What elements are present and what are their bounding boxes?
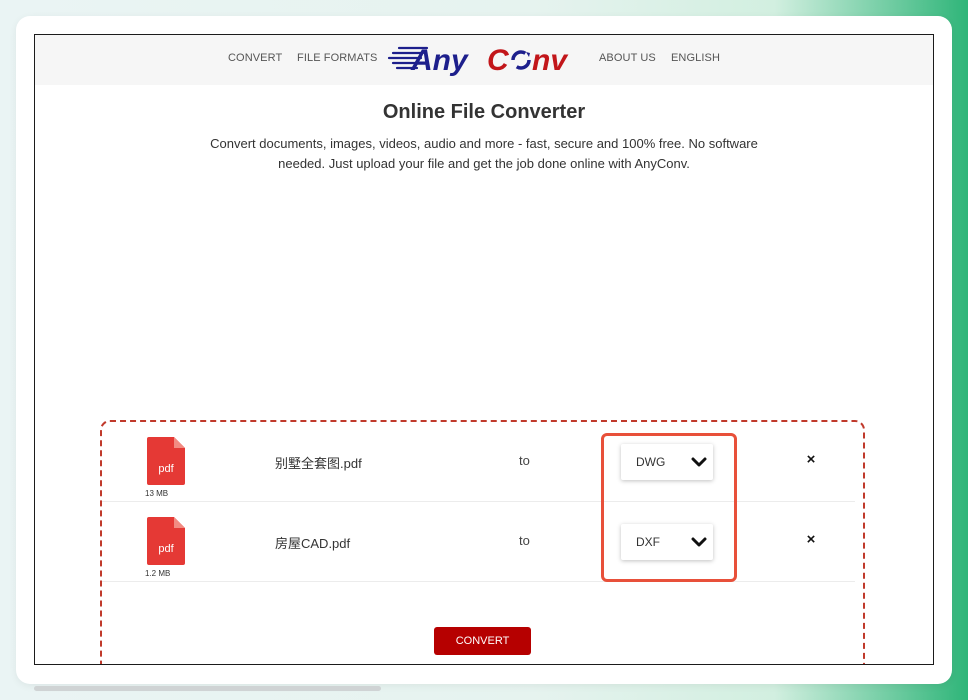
file-row: pdf 1.2 MB 房屋CAD.pdf to DXF × [102, 502, 855, 582]
pdf-icon-label: pdf [158, 463, 174, 475]
file-name: 别墅全套图.pdf [275, 456, 362, 471]
pdf-file-icon: pdf [147, 517, 185, 565]
nav-language-link[interactable]: ENGLISH [671, 52, 720, 64]
remove-file-icon[interactable]: × [802, 531, 820, 549]
to-label: to [519, 533, 530, 548]
anyconv-logo[interactable]: Any C nv [387, 39, 575, 79]
chevron-down-icon [691, 457, 707, 467]
format-select-value: DWG [636, 455, 666, 469]
file-row: pdf 13 MB 别墅全套图.pdf to DWG × [102, 422, 855, 502]
logo-text-c: C [487, 44, 510, 77]
file-size: 1.2 MB [145, 569, 171, 578]
pdf-icon-label: pdf [158, 543, 174, 555]
file-size: 13 MB [145, 489, 169, 498]
pdf-file-icon: pdf [147, 437, 185, 485]
file-dropzone[interactable]: pdf 13 MB 别墅全套图.pdf to DWG × pdf 1.2 MB … [100, 420, 865, 664]
logo-text-nv: nv [532, 44, 569, 77]
remove-file-icon[interactable]: × [802, 451, 820, 469]
logo-text-any: Any [410, 44, 469, 77]
convert-button[interactable]: CONVERT [434, 627, 531, 655]
page-description: Convert documents, images, videos, audio… [210, 136, 758, 171]
format-select-value: DXF [636, 535, 660, 549]
file-name: 房屋CAD.pdf [275, 536, 351, 551]
logo-cycle-icon [511, 50, 531, 70]
nav-file-formats-link[interactable]: FILE FORMATS [297, 52, 377, 64]
chevron-down-icon [691, 537, 707, 547]
target-format-select[interactable]: DWG [621, 444, 713, 480]
nav-convert-link[interactable]: CONVERT [228, 52, 282, 64]
page-title: Online File Converter [382, 101, 586, 123]
horizontal-scrollbar[interactable] [34, 686, 381, 691]
browser-viewport: CONVERT FILE FORMATS Any C nv ABOUT US E… [34, 34, 934, 665]
target-format-select[interactable]: DXF [621, 524, 713, 560]
top-navigation: CONVERT FILE FORMATS Any C nv ABOUT US E… [35, 35, 933, 85]
nav-about-us-link[interactable]: ABOUT US [599, 52, 656, 64]
to-label: to [519, 453, 530, 468]
